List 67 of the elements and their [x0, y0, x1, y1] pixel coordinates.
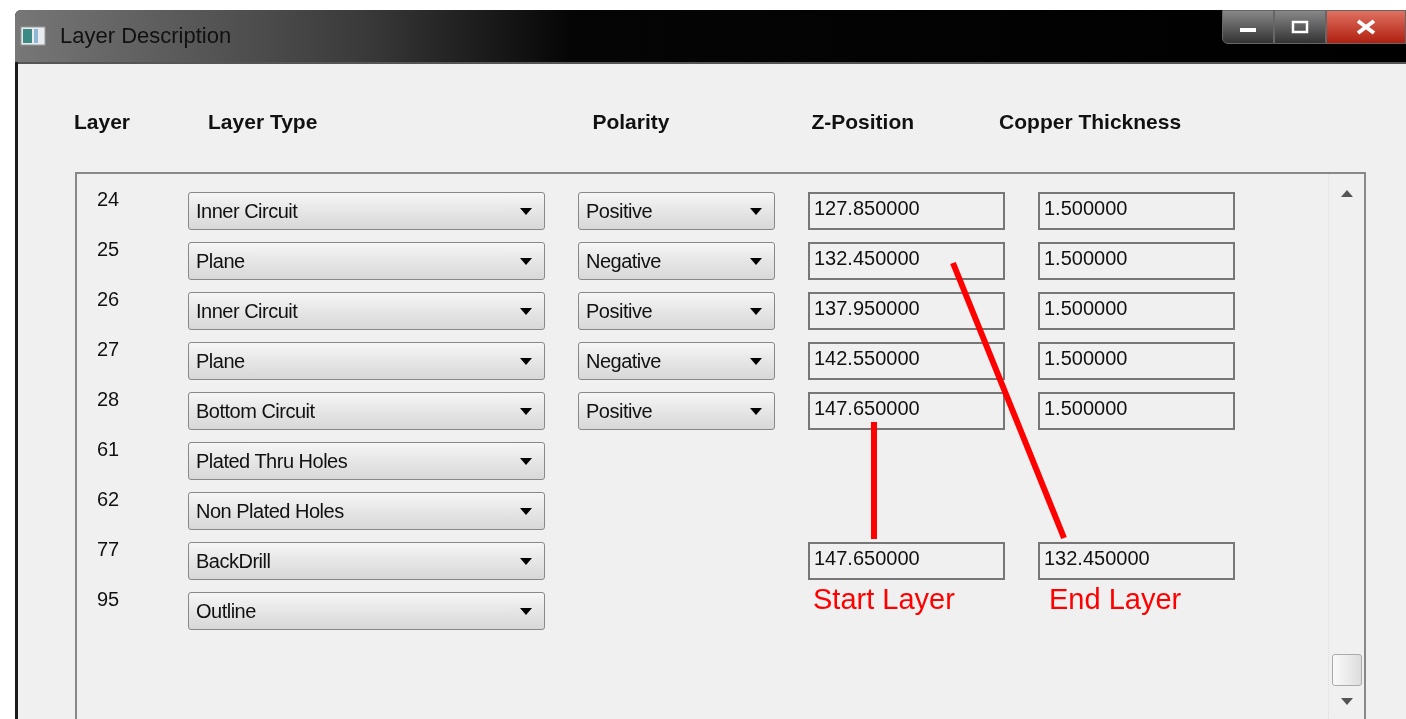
caret-icon: [520, 507, 532, 515]
copper-thickness-field[interactable]: 1.500000: [1038, 342, 1235, 380]
caret-icon: [520, 257, 532, 265]
layer-number: 26: [96, 287, 121, 311]
polarity-dropdown[interactable]: Negative: [578, 242, 775, 280]
z-position-field[interactable]: 147.650000: [808, 542, 1005, 580]
caret-icon: [520, 607, 532, 615]
layer-number: 62: [96, 487, 121, 511]
z-position-field[interactable]: 137.950000: [808, 292, 1005, 330]
scrollbar-thumb[interactable]: [1331, 654, 1362, 686]
layer-type-dropdown[interactable]: Plated Thru Holes: [188, 442, 545, 480]
scrollbar[interactable]: [1328, 174, 1364, 719]
layer-type-dropdown[interactable]: Plane: [188, 242, 545, 280]
caret-icon: [520, 307, 532, 315]
maximize-button[interactable]: [1274, 10, 1326, 44]
caret-icon: [520, 457, 532, 465]
z-position-field[interactable]: 132.450000: [808, 242, 1005, 280]
layer-number: 28: [96, 387, 121, 411]
column-header: Layer Type: [208, 110, 318, 134]
layer-number: 27: [96, 337, 121, 361]
layer-number: 95: [96, 587, 121, 611]
caret-icon: [520, 557, 532, 565]
annotation-label: End Layer: [1049, 583, 1182, 616]
maximize-icon: [1290, 20, 1310, 34]
polarity-dropdown[interactable]: Positive: [578, 392, 775, 430]
layer-number: 25: [96, 237, 121, 261]
caret-icon: [750, 407, 762, 415]
polarity-dropdown[interactable]: Negative: [578, 342, 775, 380]
copper-thickness-field[interactable]: 132.450000: [1038, 542, 1235, 580]
caret-icon: [750, 307, 762, 315]
column-header: Copper Thickness: [999, 110, 1182, 134]
layer-number: 61: [96, 437, 121, 461]
caret-icon: [750, 357, 762, 365]
layer-type-dropdown[interactable]: Plane: [188, 342, 545, 380]
z-position-field[interactable]: 147.650000: [808, 392, 1005, 430]
layer-number: 24: [96, 187, 121, 211]
caret-icon: [750, 207, 762, 215]
layer-type-dropdown[interactable]: Non Plated Holes: [188, 492, 545, 530]
caret-icon: [520, 207, 532, 215]
column-header: Layer: [74, 110, 131, 134]
polarity-dropdown[interactable]: Positive: [578, 192, 775, 230]
caret-icon: [750, 257, 762, 265]
annotation-label: Start Layer: [813, 583, 955, 616]
z-position-field[interactable]: 142.550000: [808, 342, 1005, 380]
caret-icon: [520, 357, 532, 365]
layer-type-dropdown[interactable]: Inner Circuit: [188, 292, 545, 330]
copper-thickness-field[interactable]: 1.500000: [1038, 292, 1235, 330]
layer-type-dropdown[interactable]: BackDrill: [188, 542, 545, 580]
caret-icon: [520, 407, 532, 415]
close-button[interactable]: [1326, 10, 1406, 44]
z-position-field[interactable]: 127.850000: [808, 192, 1005, 230]
minimize-button[interactable]: [1222, 10, 1274, 44]
copper-thickness-field[interactable]: 1.500000: [1038, 242, 1235, 280]
scroll-down-icon: [1340, 698, 1353, 705]
close-icon: [1355, 19, 1377, 35]
scroll-up-icon: [1340, 190, 1353, 197]
layer-type-dropdown[interactable]: Bottom Circuit: [188, 392, 545, 430]
column-header: Polarity: [592, 110, 670, 134]
layer-type-dropdown[interactable]: Inner Circuit: [188, 192, 545, 230]
copper-thickness-field[interactable]: 1.500000: [1038, 392, 1235, 430]
window-title: Layer Description: [60, 23, 232, 49]
column-header: Z-Position: [811, 110, 915, 134]
layer-number: 77: [96, 537, 121, 561]
layer-type-dropdown[interactable]: Outline: [188, 592, 545, 630]
window-icon: [20, 26, 46, 46]
copper-thickness-field[interactable]: 1.500000: [1038, 192, 1235, 230]
polarity-dropdown[interactable]: Positive: [578, 292, 775, 330]
